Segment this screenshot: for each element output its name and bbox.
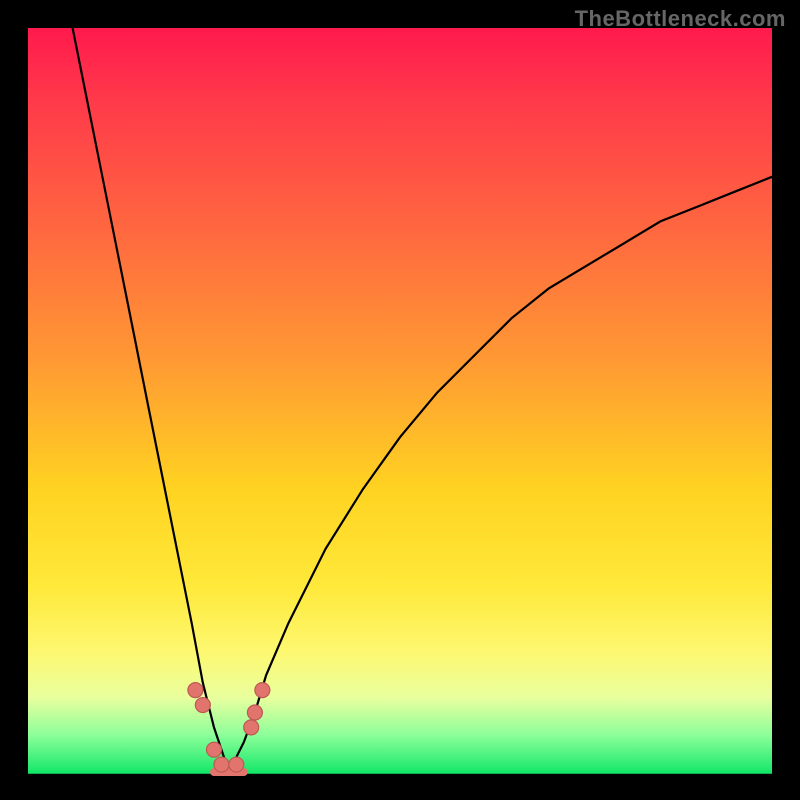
marker-dot <box>229 757 244 772</box>
marker-dot <box>255 683 270 698</box>
marker-dot <box>207 742 222 757</box>
marker-dot <box>247 705 262 720</box>
curve-layer <box>73 28 772 772</box>
plot-area <box>28 28 772 772</box>
marker-dot <box>195 698 210 713</box>
chart-svg <box>28 28 772 772</box>
bottleneck-curve <box>73 28 772 772</box>
marker-layer <box>188 683 270 772</box>
marker-dot <box>188 683 203 698</box>
marker-dot <box>214 757 229 772</box>
marker-dot <box>244 720 259 735</box>
chart-frame: TheBottleneck.com <box>0 0 800 800</box>
